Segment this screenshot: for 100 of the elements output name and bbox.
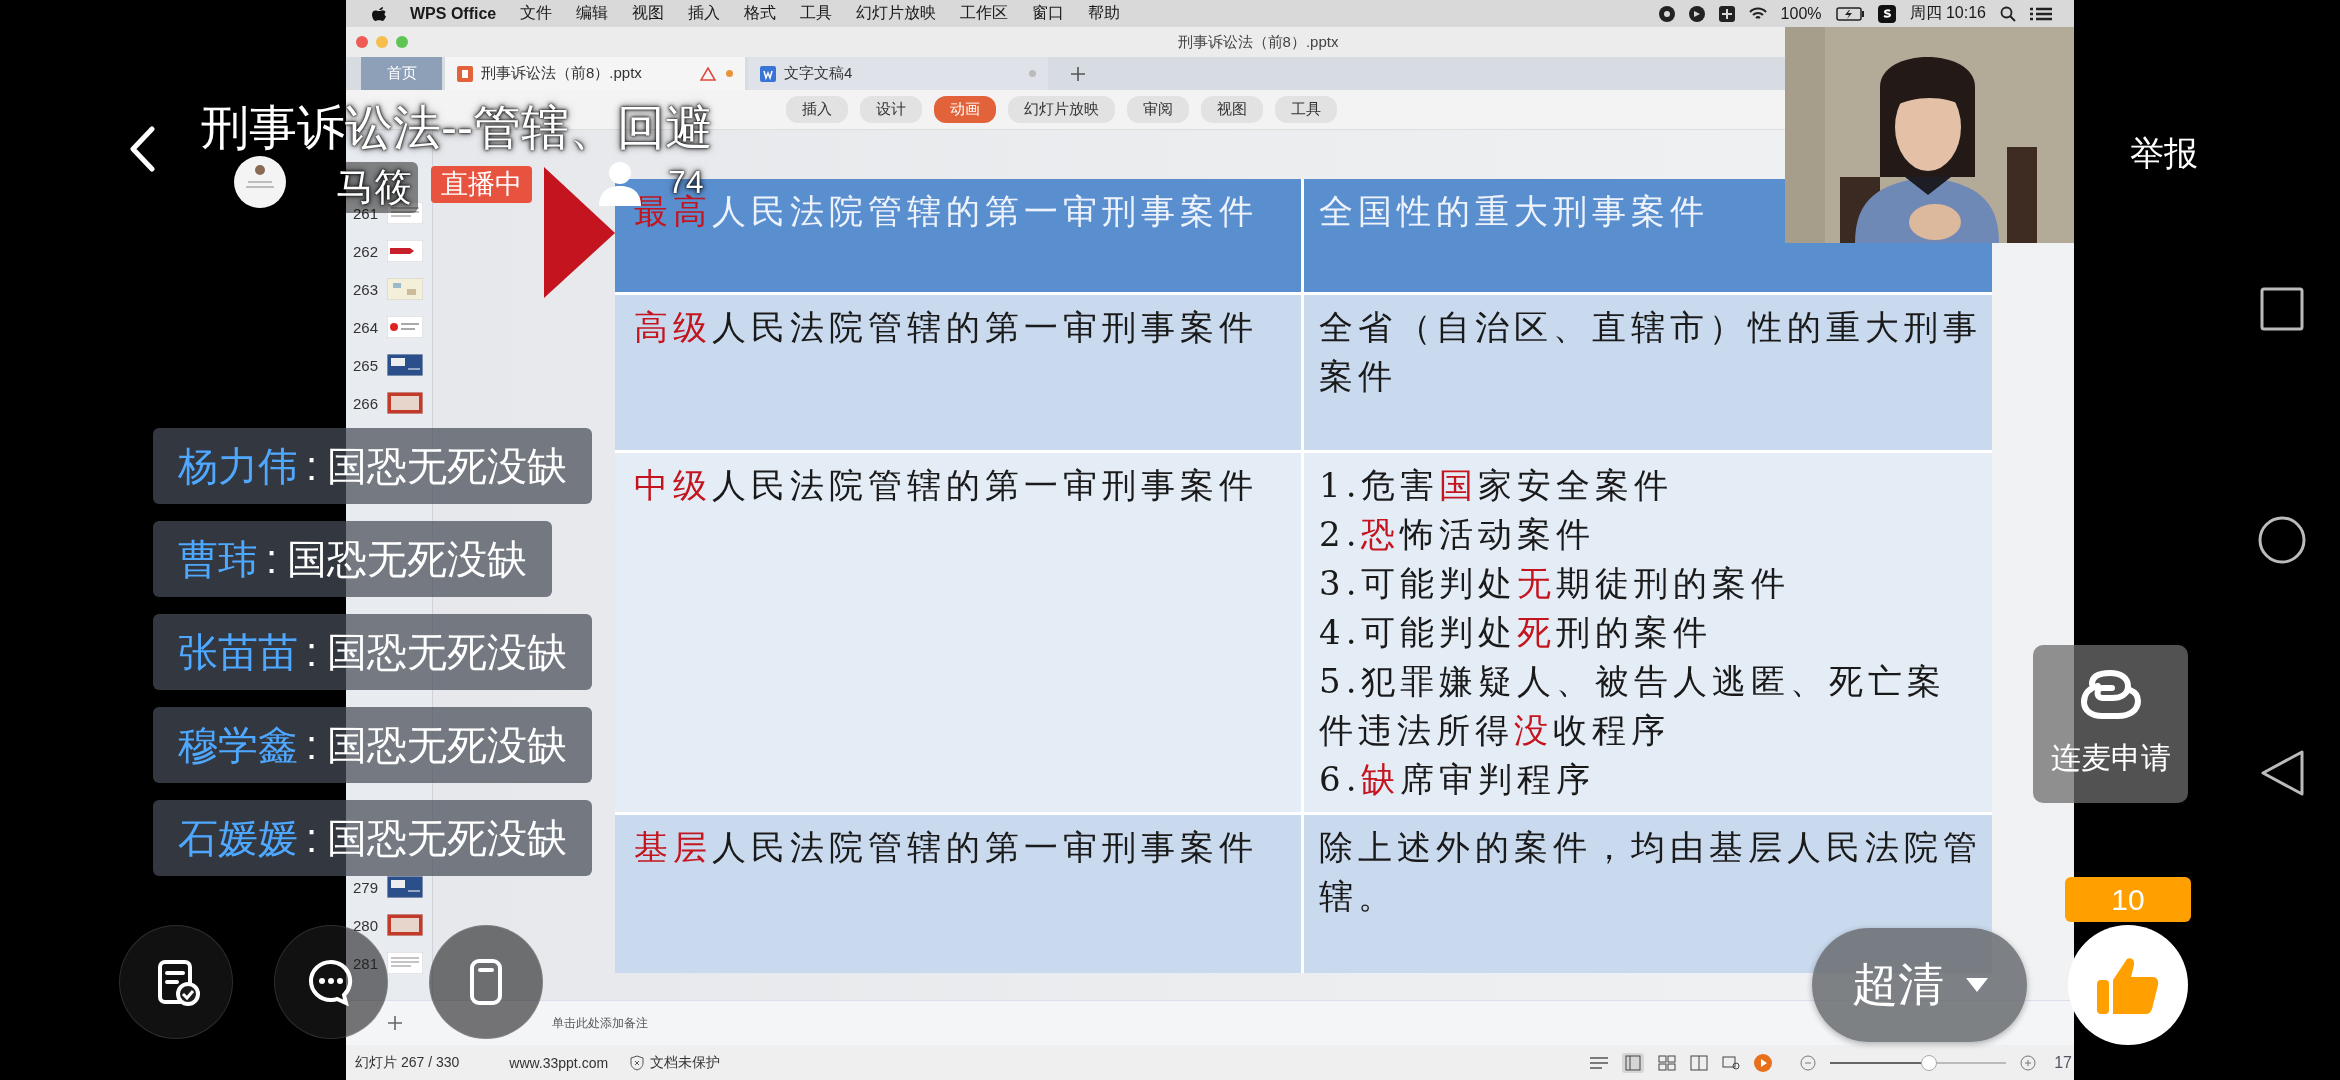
presentation-icon: [457, 65, 473, 82]
normal-view-icon[interactable]: [1622, 1052, 1645, 1073]
recent-apps-icon[interactable]: [2260, 287, 2304, 331]
slide-thumbnail[interactable]: [387, 354, 423, 376]
circle-icon[interactable]: [1658, 5, 1675, 22]
ribbon-tab[interactable]: 审阅: [1127, 96, 1189, 123]
home-icon[interactable]: [2258, 516, 2306, 564]
slide-number: 281: [353, 954, 380, 972]
slide-counter: 幻灯片 267 / 330: [355, 1053, 460, 1072]
grid-view-icon[interactable]: [1658, 1054, 1677, 1071]
dot-icon: [726, 70, 733, 77]
wifi-icon[interactable]: [1748, 6, 1767, 21]
message-text: 国恐无死没缺: [327, 721, 568, 769]
slide-thumbnail[interactable]: [387, 240, 423, 262]
slide-thumbnail[interactable]: [387, 952, 423, 974]
menu-icon[interactable]: [2030, 6, 2052, 21]
dot-icon: [1029, 70, 1036, 77]
menu-item[interactable]: 工具: [800, 3, 833, 24]
cell-text: 2.恐怖活动案件: [1319, 513, 1597, 556]
ribbon-tab[interactable]: 插入: [786, 96, 848, 123]
app-icon[interactable]: [1877, 4, 1896, 23]
triangle-arrow-icon: [544, 167, 615, 298]
slide-thumbnail[interactable]: [387, 278, 423, 300]
website-text: www.33ppt.com: [509, 1054, 609, 1071]
message-text: 国恐无死没缺: [327, 628, 568, 676]
slide-number: 279: [353, 878, 380, 896]
shield-icon: [630, 1054, 645, 1071]
ribbon-tab[interactable]: 设计: [860, 96, 922, 123]
mic-request-button[interactable]: 连麦申请: [2033, 645, 2188, 803]
thumbs-up-icon: [2097, 955, 2159, 1015]
separator-text: :: [306, 443, 318, 489]
menu-item[interactable]: 格式: [744, 3, 777, 24]
separator-text: :: [266, 536, 278, 582]
add-slide-icon[interactable]: [388, 1016, 402, 1030]
zoom-in-icon[interactable]: [2020, 1054, 2037, 1071]
separator-text: :: [306, 629, 318, 675]
slide-number: 265: [353, 356, 380, 374]
cell-text: 基层 人民法院管辖的第一审刑事案件: [634, 826, 1259, 869]
slide-thumbnail[interactable]: [387, 876, 423, 898]
notes-icon[interactable]: [1590, 1055, 1609, 1070]
separator-text: :: [306, 722, 318, 768]
zoom-out-icon[interactable]: [1800, 1054, 1817, 1071]
cell-text: 全国性的重大刑事案件: [1319, 190, 1710, 233]
slide-number: 266: [353, 394, 380, 412]
slide-number: 264: [353, 318, 380, 336]
menu-item[interactable]: 视图: [632, 3, 665, 24]
ribbon-tab[interactable]: 工具: [1275, 96, 1337, 123]
cell-text: 除上述外的案件，均由基层人民法院管辖。: [1319, 826, 1982, 918]
caret-icon: [1965, 978, 1988, 992]
window-control-icon[interactable]: [356, 36, 368, 48]
slide-number: 280: [353, 916, 380, 934]
slide-thumbnail[interactable]: [387, 316, 423, 338]
cell-text: 4.可能判处 死刑的案件: [1319, 611, 1714, 654]
slide-thumbnail[interactable]: [387, 392, 423, 414]
presenter-icon[interactable]: [1722, 1054, 1741, 1071]
chat-username: 杨力伟: [178, 442, 298, 490]
protection-status: 文档未保护: [650, 1053, 721, 1072]
zoom-slider-thumb[interactable]: [1920, 1054, 1937, 1071]
separator-text: :: [306, 815, 318, 861]
ribbon-tab[interactable]: 视图: [1201, 96, 1263, 123]
menu-item[interactable]: 帮助: [1088, 3, 1121, 24]
cell-text: 1.危害 国 家安全案件: [1319, 464, 1675, 507]
back-icon[interactable]: [2260, 749, 2304, 797]
cell-text: 中级 人民法院管辖的第一审刑事案件: [634, 464, 1259, 507]
chat-username: 张苗苗: [178, 628, 298, 676]
tab[interactable]: 文字文稿4: [748, 57, 1048, 90]
book-icon[interactable]: [1690, 1054, 1709, 1071]
zoom-value: 17: [2054, 1053, 2073, 1072]
add-tab-icon[interactable]: [1071, 66, 1085, 81]
cell-text: 全省（自治区、直辖市）性的重大刑事案件: [1319, 306, 1982, 398]
message-text: 国恐无死没缺: [327, 814, 568, 862]
chat-username: 曹玮: [178, 535, 258, 583]
menu-item[interactable]: 编辑: [576, 3, 609, 24]
apple-icon: [372, 5, 386, 22]
search-icon[interactable]: [2000, 5, 2016, 22]
circle-icon[interactable]: [1688, 5, 1705, 22]
message-text: 国恐无死没缺: [287, 535, 528, 583]
like-count: 10: [2065, 877, 2191, 922]
report-link[interactable]: 举报: [2130, 131, 2198, 177]
warning-icon: [700, 66, 716, 81]
slide-thumbnail[interactable]: [387, 914, 423, 936]
battery-icon[interactable]: [1835, 6, 1864, 21]
menu-item[interactable]: 工作区: [960, 3, 1009, 24]
slide-number: 262: [353, 242, 380, 260]
avatar[interactable]: [234, 156, 286, 208]
menu-item[interactable]: 窗口: [1032, 3, 1065, 24]
battery-percent: 100%: [1780, 4, 1822, 23]
tab[interactable]: 刑事诉讼法（前8）.pptx: [445, 57, 745, 90]
grid-icon[interactable]: [1718, 5, 1735, 22]
menu-item[interactable]: 幻灯片放映: [856, 3, 937, 24]
menu-item[interactable]: 插入: [688, 3, 721, 24]
slide-number: 263: [353, 280, 380, 298]
ribbon-tab[interactable]: 幻灯片放映: [1008, 96, 1115, 123]
cell-text: 6.缺 席审判程序: [1319, 758, 1597, 801]
menu-item[interactable]: 文件: [520, 3, 553, 24]
live-badge: 直播中: [431, 166, 532, 203]
document-icon: [760, 65, 776, 82]
notes-field[interactable]: 单击此处添加备注: [552, 1014, 852, 1032]
clock: 周四 10:16: [1909, 3, 1986, 23]
play-icon[interactable]: [1754, 1053, 1773, 1072]
